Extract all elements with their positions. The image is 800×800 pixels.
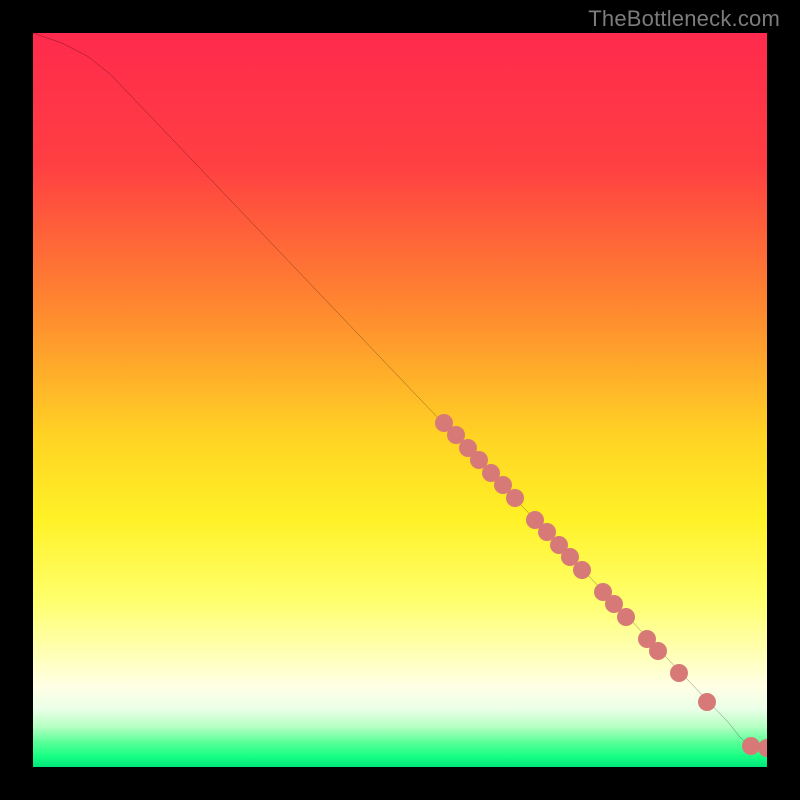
chart-stage: TheBottleneck.com [0,0,800,800]
bottleneck-curve [33,33,767,748]
data-marker [573,561,591,579]
plot-area [33,33,767,767]
data-marker [670,664,688,682]
attribution-text: TheBottleneck.com [588,6,780,32]
data-marker [617,608,635,626]
data-marker [506,489,524,507]
